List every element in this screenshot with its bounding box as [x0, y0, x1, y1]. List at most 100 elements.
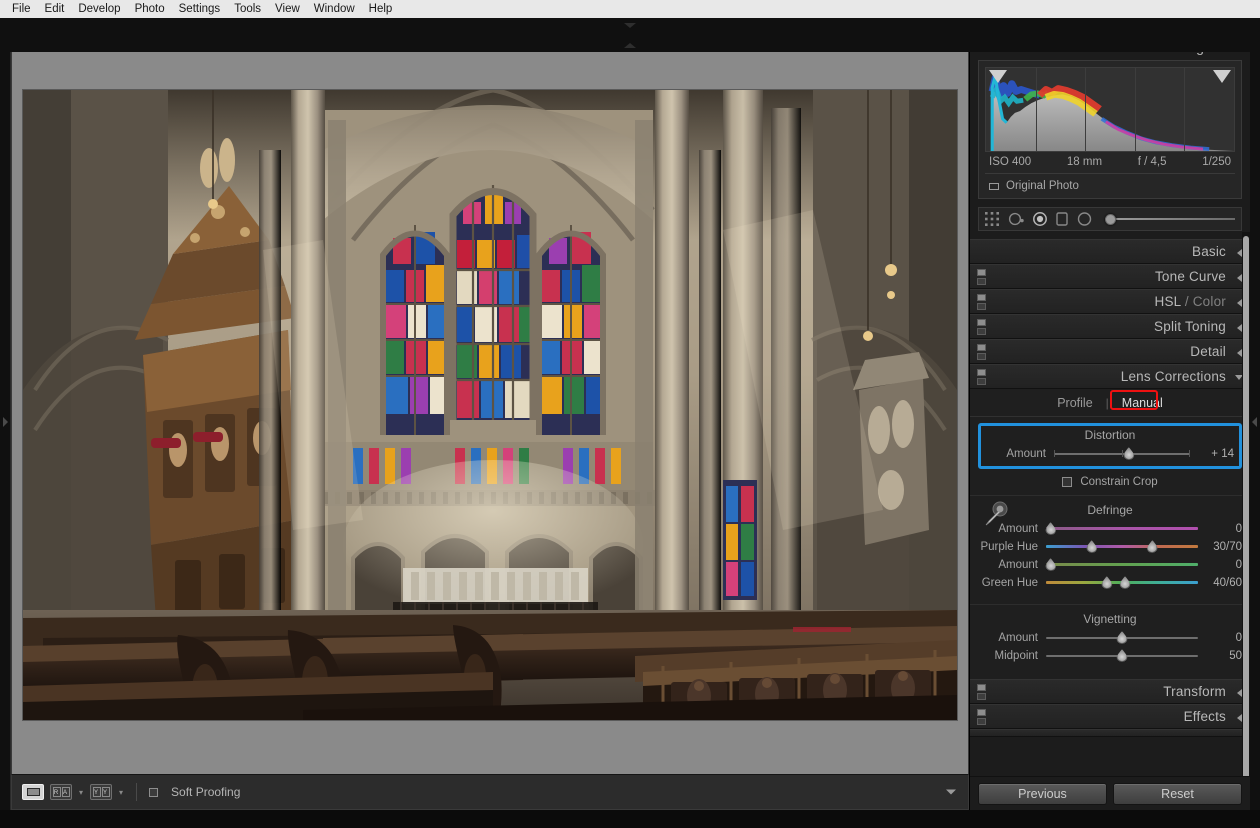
panel-switch-lens-corrections[interactable] [977, 369, 986, 385]
vignetting-amount-slider[interactable] [1046, 631, 1198, 645]
panel-switch-transform[interactable] [977, 684, 986, 700]
slider-track [1046, 545, 1198, 548]
spot-removal-icon[interactable] [1008, 212, 1024, 226]
panel-header-split-toning[interactable]: Split Toning [970, 314, 1250, 339]
menu-item-view[interactable]: View [268, 0, 307, 18]
distortion-amount-slider[interactable] [1054, 447, 1190, 461]
slider-knob-low[interactable] [1086, 540, 1098, 553]
purple-hue-slider[interactable] [1046, 540, 1198, 554]
tab-manual[interactable]: Manual [1109, 389, 1166, 411]
soft-proofing-checkbox[interactable] [149, 787, 159, 797]
scrollbar-thumb[interactable] [1243, 236, 1249, 776]
chevron-up-icon[interactable] [624, 43, 636, 48]
right-panel-collapse-strip[interactable] [1250, 34, 1260, 810]
panel-header-partial[interactable] [970, 729, 1250, 737]
vignetting-amount-value[interactable]: 0 [1198, 632, 1242, 644]
shadow-clipping-indicator[interactable] [989, 70, 1007, 83]
eyedropper-icon[interactable] [982, 501, 1008, 527]
menu-item-tools[interactable]: Tools [227, 0, 268, 18]
histogram-panel: ISO 400 18 mm f / 4,5 1/250 Original Pho… [978, 60, 1242, 199]
panel-switch-effects[interactable] [977, 709, 986, 725]
distortion-title: Distortion [1084, 428, 1136, 442]
top-panel-collapse-strip[interactable] [0, 18, 1260, 34]
brush-size-slider[interactable] [1105, 213, 1235, 225]
panel-switch-tone-curve[interactable] [977, 269, 986, 285]
menu-item-edit[interactable]: Edit [38, 0, 72, 18]
panel-header-detail[interactable]: Detail [970, 339, 1250, 364]
red-eye-icon[interactable] [1033, 212, 1047, 226]
filmstrip-collapse-strip[interactable] [0, 34, 1260, 52]
panel-header-hsl-color[interactable]: HSL / Color [970, 289, 1250, 314]
defringe-amount-value-2[interactable]: 0 [1198, 559, 1242, 571]
survey-view-icon[interactable]: YY [90, 784, 113, 800]
graduated-filter-icon[interactable] [1056, 212, 1068, 226]
panel-header-effects[interactable]: Effects [970, 704, 1250, 729]
slider-knob[interactable] [1116, 649, 1128, 662]
highlight-clipping-indicator[interactable] [1213, 70, 1231, 83]
constrain-crop-row[interactable]: Constrain Crop [970, 471, 1250, 496]
crop-grid-icon[interactable] [985, 212, 999, 226]
original-photo-row[interactable]: Original Photo [985, 174, 1235, 198]
slider-knob-low[interactable] [1101, 576, 1113, 589]
center-column: RA ▾ YY ▾ Soft Proofing [10, 34, 970, 810]
chevron-right-icon[interactable] [3, 417, 8, 427]
panel-title-tone-curve: Tone Curve [1154, 269, 1226, 284]
green-hue-slider[interactable] [1046, 576, 1198, 590]
menu-item-settings[interactable]: Settings [172, 0, 228, 18]
defringe-amount-slider-2[interactable] [1045, 558, 1198, 572]
tab-manual-label: Manual [1121, 395, 1163, 410]
survey-caret-icon[interactable]: ▾ [119, 788, 123, 797]
slider-knob[interactable] [1116, 631, 1128, 644]
slider-knob[interactable] [1045, 558, 1057, 571]
green-hue-value[interactable]: 40/60 [1198, 577, 1242, 589]
vignetting-midpoint-value[interactable]: 50 [1198, 650, 1242, 662]
panel-header-transform[interactable]: Transform [970, 679, 1250, 704]
menu-item-photo[interactable]: Photo [128, 0, 172, 18]
purple-hue-value[interactable]: 30/70 [1198, 541, 1242, 553]
photo-frame[interactable] [23, 89, 957, 720]
brush-size-knob[interactable] [1105, 214, 1116, 225]
menu-item-develop[interactable]: Develop [71, 0, 127, 18]
right-panel-scrollbar[interactable] [1242, 232, 1250, 776]
soft-proofing-label[interactable]: Soft Proofing [171, 785, 240, 799]
menu-item-help[interactable]: Help [362, 0, 400, 18]
slider-knob[interactable] [1045, 522, 1057, 535]
radial-filter-icon[interactable] [1077, 212, 1092, 226]
panel-switch-hsl-color[interactable] [977, 294, 986, 310]
compare-view-icon[interactable]: RA [50, 784, 72, 800]
vignetting-midpoint-label: Midpoint [994, 650, 1038, 662]
exif-aperture: f / 4,5 [1137, 156, 1167, 168]
panel-header-tone-curve[interactable]: Tone Curve [970, 264, 1250, 289]
defringe-amount-value-1[interactable]: 0 [1198, 523, 1242, 535]
distortion-amount-value[interactable]: + 14 [1190, 448, 1234, 460]
menu-item-file[interactable]: File [5, 0, 38, 18]
histogram-plot[interactable] [985, 67, 1235, 152]
single-view-icon[interactable] [22, 784, 44, 800]
tab-profile[interactable]: Profile [1054, 395, 1095, 411]
slider-knob-high[interactable] [1119, 576, 1131, 589]
vignetting-midpoint-slider[interactable] [1046, 649, 1198, 663]
previous-button[interactable]: Previous [978, 782, 1107, 805]
left-panel-collapse-strip[interactable] [0, 34, 10, 810]
chevron-right-icon[interactable] [1252, 417, 1257, 427]
panel-switch-detail[interactable] [977, 344, 986, 360]
panel-header-lens-corrections[interactable]: Lens Corrections [970, 364, 1250, 389]
slider-knob[interactable] [1123, 447, 1135, 460]
chevron-down-icon[interactable] [624, 23, 636, 28]
defringe-amount-slider-1[interactable] [1045, 522, 1198, 536]
vignetting-amount-row: Amount 0 [974, 629, 1246, 647]
cathedral-interior-photo[interactable] [23, 89, 957, 720]
slider-knob-high[interactable] [1146, 540, 1158, 553]
menu-item-window[interactable]: Window [307, 0, 362, 18]
constrain-crop-checkbox[interactable] [1062, 477, 1073, 487]
panel-header-basic[interactable]: Basic [970, 239, 1250, 264]
defringe-section: Defringe Amount 0 Purple Hue 30/70 Amoun… [970, 496, 1250, 600]
compare-caret-icon[interactable]: ▾ [79, 788, 83, 797]
image-canvas[interactable] [11, 34, 969, 774]
panel-switch-split-toning[interactable] [977, 319, 986, 335]
reset-button[interactable]: Reset [1113, 782, 1242, 805]
toolbar-overflow-icon[interactable] [946, 789, 956, 795]
vignetting-amount-label: Amount [998, 632, 1038, 644]
brush-size-track [1105, 218, 1235, 220]
photo-rect-icon [989, 182, 999, 190]
